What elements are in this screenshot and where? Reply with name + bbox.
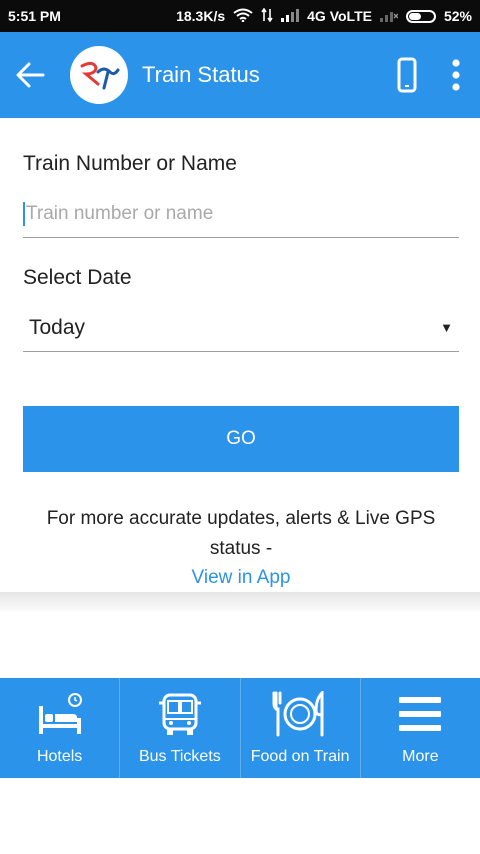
app-logo (70, 46, 128, 104)
food-plate-icon (272, 690, 328, 738)
promo-text: For more accurate updates, alerts & Live… (46, 508, 436, 559)
train-number-input[interactable]: Train number or name (23, 190, 459, 238)
network-speed: 18.3K/s (176, 8, 226, 24)
wifi-icon (233, 8, 253, 25)
date-select-value: Today (29, 315, 86, 339)
signal-icon-secondary (379, 8, 399, 25)
nav-item-more[interactable]: More (361, 678, 480, 778)
content-divider (0, 592, 480, 614)
app-promo: For more accurate updates, alerts & Live… (23, 504, 459, 592)
hotel-bed-icon (35, 690, 85, 738)
network-type: 4G VoLTE (307, 8, 372, 24)
dropdown-arrow-icon: ▼ (440, 320, 453, 335)
back-button[interactable] (0, 32, 60, 118)
data-arrows-icon (261, 7, 273, 25)
text-cursor (23, 201, 25, 226)
select-date-label: Select Date (23, 266, 132, 289)
nav-label-food-on-train: Food on Train (250, 748, 350, 765)
nav-label-bus-tickets: Bus Tickets (138, 748, 221, 765)
battery-icon (405, 9, 436, 23)
nav-label-hotels: Hotels (36, 748, 83, 765)
phone-button[interactable] (382, 32, 432, 118)
nav-label-more: More (402, 748, 439, 765)
battery-percent: 52% (443, 8, 472, 24)
battery-level (408, 12, 422, 20)
date-select[interactable]: Today ▼ (23, 304, 459, 352)
status-indicators: 18.3K/s 4G VoLTE 52% (176, 7, 472, 25)
arrow-left-icon (16, 62, 45, 88)
phone-icon (397, 57, 417, 93)
nav-item-food-on-train[interactable]: Food on Train (241, 678, 361, 778)
go-button[interactable]: GO (23, 406, 459, 472)
ry-logo-icon (80, 61, 120, 90)
signal-icon (281, 8, 300, 25)
bottom-nav: Hotels Bus Tickets Food on Train More (0, 678, 480, 778)
more-vert-icon (452, 59, 460, 91)
status-time: 5:51 PM (8, 8, 61, 24)
view-in-app-link[interactable]: View in App (23, 564, 459, 592)
overflow-menu-button[interactable] (432, 32, 480, 118)
app-actions (382, 32, 480, 118)
hamburger-menu-icon (397, 690, 443, 738)
app-bar: Train Status (0, 32, 480, 118)
nav-item-hotels[interactable]: Hotels (0, 678, 121, 778)
bus-icon (156, 690, 204, 738)
nav-item-bus-tickets[interactable]: Bus Tickets (120, 678, 241, 778)
page-title: Train Status (142, 62, 260, 87)
status-bar: 5:51 PM 18.3K/s 4G VoLTE 52% (0, 0, 480, 32)
train-number-placeholder: Train number or name (26, 202, 214, 224)
train-number-label: Train Number or Name (23, 152, 237, 175)
